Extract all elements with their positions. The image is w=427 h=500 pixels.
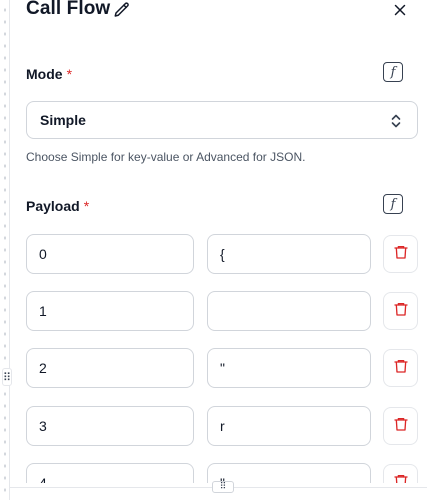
payload-value-input[interactable]: " (207, 348, 371, 388)
mode-label-text: Mode (26, 66, 63, 82)
delete-row-button[interactable] (383, 407, 418, 445)
payload-label: Payload * (26, 198, 89, 214)
mode-label: Mode * (26, 66, 72, 82)
payload-value-input[interactable]: { (207, 234, 371, 274)
mode-select-value: Simple (40, 112, 86, 128)
delete-row-button[interactable] (383, 235, 418, 273)
payload-key-input[interactable]: 3 (26, 406, 194, 446)
delete-row-button[interactable] (383, 292, 418, 330)
pencil-icon[interactable] (113, 1, 131, 19)
trash-icon (393, 472, 409, 483)
trash-icon (393, 243, 409, 266)
panel-content: Call Flow Mode * f Simple Choose Simple f… (0, 0, 427, 483)
mode-select[interactable]: Simple (26, 101, 418, 139)
delete-row-button[interactable] (383, 349, 418, 387)
payload-value-input[interactable]: r (207, 406, 371, 446)
trash-icon (393, 415, 409, 438)
payload-key-input[interactable]: 0 (26, 234, 194, 274)
payload-key-input[interactable]: 4 (26, 463, 194, 483)
chevron-up-down-icon (389, 113, 403, 129)
bottom-drag-handle[interactable]: ⠿ (212, 481, 234, 493)
trash-icon (393, 357, 409, 380)
panel-title: Call Flow (26, 0, 111, 19)
close-icon[interactable] (391, 1, 409, 19)
delete-row-button[interactable] (383, 464, 418, 483)
mode-help-text: Choose Simple for key-value or Advanced … (26, 150, 306, 164)
trash-icon (393, 300, 409, 323)
payload-value-input[interactable] (207, 291, 371, 331)
function-icon[interactable]: f (383, 62, 403, 82)
panel-header: Call Flow (26, 0, 409, 24)
required-mark: * (83, 198, 90, 214)
payload-key-input[interactable]: 1 (26, 291, 194, 331)
payload-value-input[interactable]: " (207, 463, 371, 483)
required-mark: * (66, 66, 73, 82)
function-icon[interactable]: f (383, 194, 403, 214)
payload-key-input[interactable]: 2 (26, 348, 194, 388)
payload-label-text: Payload (26, 198, 80, 214)
